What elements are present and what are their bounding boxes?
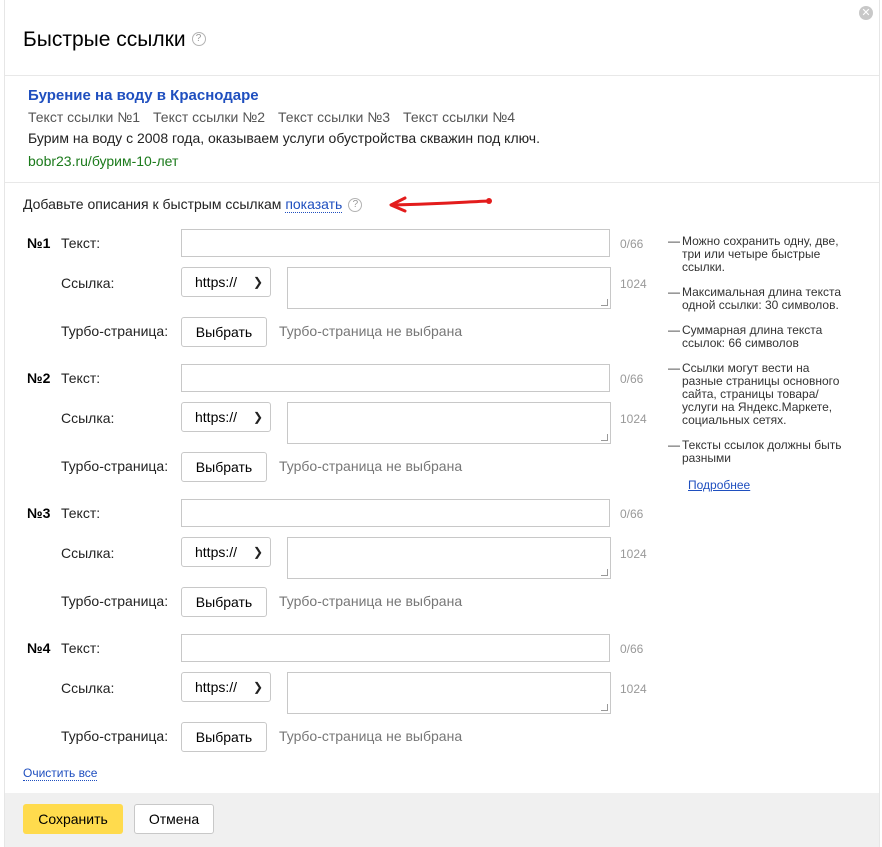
tip-item: Можно сохранить одну, две, три или четыр… [668, 235, 848, 274]
turbo-status: Турбо-страница не выбрана [279, 728, 463, 744]
preview-title: Бурение на воду в Краснодаре [28, 87, 259, 104]
link-label: Ссылка: [61, 275, 115, 291]
tip-item: Ссылки могут вести на разные страницы ос… [668, 362, 848, 427]
dialog-footer: Сохранить Отмена [5, 793, 879, 847]
url-counter: 1024 [620, 682, 647, 696]
turbo-label: Турбо-страница: [61, 728, 169, 744]
dialog-title: Быстрые ссылки? [23, 28, 206, 52]
turbo-status: Турбо-страница не выбрана [279, 323, 463, 339]
ad-preview: Бурение на воду в Краснодаре Текст ссылк… [5, 75, 879, 183]
link-number: №3 [27, 505, 51, 521]
protocol-value: https:// [195, 274, 238, 290]
text-label: Текст: [61, 370, 101, 386]
text-counter: 0/66 [620, 642, 644, 656]
save-button[interactable]: Сохранить [23, 804, 123, 834]
text-label: Текст: [61, 235, 101, 251]
select-turbo-button[interactable]: Выбрать [181, 317, 267, 347]
link-text-input[interactable] [181, 229, 610, 257]
cancel-button[interactable]: Отмена [134, 804, 214, 834]
close-icon[interactable]: ✕ [859, 6, 873, 20]
url-counter: 1024 [620, 547, 647, 561]
link-text-input[interactable] [181, 634, 610, 662]
preview-link-1: Текст ссылки №1 [28, 109, 141, 125]
text-label: Текст: [61, 505, 101, 521]
link-url-textarea[interactable] [287, 672, 611, 714]
link-label: Ссылка: [61, 410, 115, 426]
select-turbo-button[interactable]: Выбрать [181, 452, 267, 482]
chevron-down-icon: ❯ [252, 275, 263, 289]
select-turbo-button[interactable]: Выбрать [181, 587, 267, 617]
protocol-select[interactable]: https:// ❯ [181, 672, 271, 702]
preview-url: bobr23.ru/бурим-10-лет [28, 153, 179, 169]
protocol-value: https:// [195, 544, 238, 560]
text-counter: 0/66 [620, 507, 644, 521]
link-url-textarea[interactable] [287, 267, 611, 309]
tip-item: Суммарная длина текста ссылок: 66 символ… [668, 324, 848, 350]
hint-text: Добавьте описания к быстрым ссылкам [23, 196, 282, 212]
protocol-select[interactable]: https:// ❯ [181, 537, 271, 567]
preview-link-3: Текст ссылки №3 [278, 109, 391, 125]
preview-link-4: Текст ссылки №4 [403, 109, 516, 125]
dialog-title-text: Быстрые ссылки [23, 28, 186, 51]
text-label: Текст: [61, 640, 101, 656]
preview-quick-links: Текст ссылки №1 Текст ссылки №2 Текст ссыл… [28, 109, 528, 125]
red-arrow-annotation [389, 196, 492, 213]
protocol-value: https:// [195, 679, 238, 695]
show-descriptions-link[interactable]: показать [285, 196, 343, 213]
turbo-status: Турбо-страница не выбрана [279, 593, 463, 609]
protocol-value: https:// [195, 409, 238, 425]
preview-description: Бурим на воду с 2008 года, оказываем усл… [28, 130, 540, 146]
url-counter: 1024 [620, 277, 647, 291]
link-text-input[interactable] [181, 499, 610, 527]
help-icon[interactable]: ? [191, 32, 206, 46]
text-counter: 0/66 [620, 237, 644, 251]
link-label: Ссылка: [61, 680, 115, 696]
protocol-select[interactable]: https:// ❯ [181, 402, 271, 432]
protocol-select[interactable]: https:// ❯ [181, 267, 271, 297]
turbo-label: Турбо-страница: [61, 458, 169, 474]
chevron-down-icon: ❯ [252, 410, 263, 424]
preview-link-2: Текст ссылки №2 [153, 109, 266, 125]
select-turbo-button[interactable]: Выбрать [181, 722, 267, 752]
tip-item: Тексты ссылок должны быть разными [668, 439, 848, 465]
link-url-textarea[interactable] [287, 537, 611, 579]
help-icon[interactable]: ? [348, 198, 363, 213]
link-label: Ссылка: [61, 545, 115, 561]
chevron-down-icon: ❯ [252, 545, 263, 559]
clear-all-link[interactable]: Очистить все [23, 766, 98, 781]
link-number: №1 [27, 235, 51, 251]
more-info-link[interactable]: Подробнее [668, 479, 750, 492]
link-text-input[interactable] [181, 364, 610, 392]
quick-links-dialog: ✕ Быстрые ссылки? Бурение на воду в Крас… [4, 0, 880, 847]
turbo-status: Турбо-страница не выбрана [279, 458, 463, 474]
url-counter: 1024 [620, 412, 647, 426]
turbo-label: Турбо-страница: [61, 593, 169, 609]
tip-item: Максимальная длина текста одной ссылки: … [668, 286, 848, 312]
chevron-down-icon: ❯ [252, 680, 263, 694]
link-number: №4 [27, 640, 51, 656]
tips-sidebar: Можно сохранить одну, две, три или четыр… [668, 235, 848, 492]
descriptions-hint: Добавьте описания к быстрым ссылкам пока… [23, 196, 363, 213]
turbo-label: Турбо-страница: [61, 323, 169, 339]
link-url-textarea[interactable] [287, 402, 611, 444]
text-counter: 0/66 [620, 372, 644, 386]
link-number: №2 [27, 370, 51, 386]
